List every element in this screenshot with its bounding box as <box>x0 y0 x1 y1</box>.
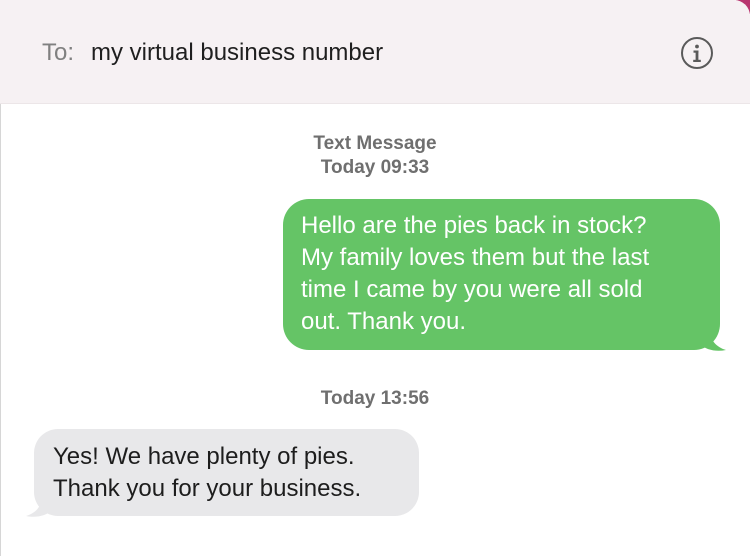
message-line: Hello are the pies back in stock? <box>301 212 647 239</box>
message-line: My family loves them but the last <box>301 244 650 271</box>
outgoing-message-bubble[interactable]: Hello are the pies back in stock? My fam… <box>283 199 720 350</box>
message-timestamp: Today 09:33 <box>320 157 430 178</box>
conversation-header: To: my virtual business number <box>0 0 750 104</box>
message-line: Yes! We have plenty of pies. <box>53 443 355 470</box>
outgoing-bubble-tail <box>700 330 726 351</box>
message-line: time I came by you were all sold <box>301 276 643 303</box>
recipient-name[interactable]: my virtual business number <box>91 38 383 68</box>
to-label: To: <box>42 39 75 66</box>
incoming-bubble-tail <box>26 496 52 517</box>
service-label: Text Message <box>313 133 437 154</box>
messages-window: To: my virtual business number Text Mess… <box>0 0 750 556</box>
info-icon[interactable] <box>680 36 714 70</box>
message-timestamp: Today 13:56 <box>320 388 430 409</box>
incoming-message-bubble[interactable]: Yes! We have plenty of pies. Thank you f… <box>34 429 419 516</box>
message-line: Thank you for your business. <box>53 475 362 502</box>
message-line: out. Thank you. <box>301 308 466 335</box>
